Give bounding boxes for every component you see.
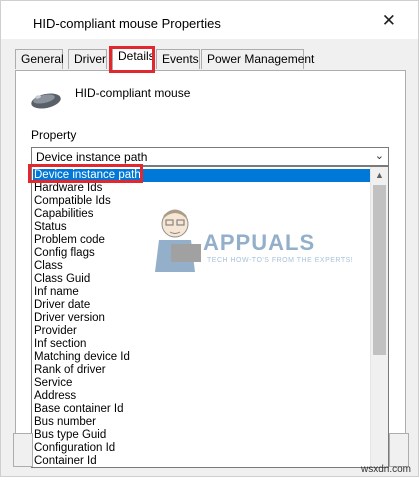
properties-window: HID-compliant mouse Properties ✕ General… xyxy=(0,0,419,477)
tab-general-label: General xyxy=(21,52,64,66)
list-item[interactable]: Driver version xyxy=(34,312,105,325)
property-selected-value: Device instance path xyxy=(36,150,148,164)
close-icon[interactable]: ✕ xyxy=(382,12,396,29)
list-item[interactable]: Class Guid xyxy=(34,273,90,286)
tab-details[interactable]: Details xyxy=(112,46,155,70)
device-name: HID-compliant mouse xyxy=(75,86,191,100)
list-item[interactable]: Inf section xyxy=(34,338,86,351)
list-item[interactable]: Driver date xyxy=(34,299,90,312)
list-item-device-instance-path[interactable]: Device instance path xyxy=(33,169,371,182)
tab-power-management-label: Power Management xyxy=(207,52,315,66)
dropdown-scrollbar[interactable]: ▲ xyxy=(370,167,388,467)
site-watermark: wsxdn.com xyxy=(360,464,411,475)
list-item[interactable]: Configuration Id xyxy=(34,442,115,455)
list-item[interactable]: Compatible Ids xyxy=(34,195,111,208)
list-item[interactable]: Address xyxy=(34,390,76,403)
panel-bottom-edge-right xyxy=(389,433,409,467)
list-item[interactable]: Service xyxy=(34,377,72,390)
tab-power-management[interactable]: Power Management xyxy=(201,49,314,69)
title-bar: HID-compliant mouse Properties ✕ xyxy=(1,1,418,39)
list-item[interactable]: Inf name xyxy=(34,286,79,299)
list-item[interactable]: Provider xyxy=(34,325,77,338)
list-item[interactable]: Rank of driver xyxy=(34,364,106,377)
scroll-up-arrow-icon[interactable]: ▲ xyxy=(371,167,388,184)
chevron-down-icon[interactable]: ⌄ xyxy=(375,149,384,162)
scrollbar-thumb[interactable] xyxy=(373,185,386,355)
list-item[interactable]: Class xyxy=(34,260,63,273)
tab-driver[interactable]: Driver xyxy=(68,49,107,69)
tab-events-label: Events xyxy=(162,52,199,66)
mouse-icon xyxy=(31,93,61,109)
tab-details-label: Details xyxy=(118,49,155,63)
tab-events[interactable]: Events xyxy=(156,49,200,69)
tab-general[interactable]: General xyxy=(15,49,64,69)
list-item[interactable]: Problem code xyxy=(34,234,105,247)
property-select[interactable]: Device instance path ⌄ xyxy=(31,147,389,166)
list-item[interactable]: Status xyxy=(34,221,67,234)
list-item[interactable]: Bus type Guid xyxy=(34,429,106,442)
list-item[interactable]: Hardware Ids xyxy=(34,182,102,195)
list-item[interactable]: Matching device Id xyxy=(34,351,130,364)
list-item[interactable]: Config flags xyxy=(34,247,95,260)
list-item[interactable]: Container Id xyxy=(34,455,97,467)
list-item[interactable]: Bus number xyxy=(34,416,96,429)
list-item[interactable]: Base container Id xyxy=(34,403,124,416)
window-title: HID-compliant mouse Properties xyxy=(33,16,221,31)
list-item[interactable]: Capabilities xyxy=(34,208,93,221)
property-label: Property xyxy=(31,128,77,142)
property-dropdown-list: Device instance path Hardware Ids Compat… xyxy=(31,166,389,468)
panel-bottom-edge-left xyxy=(13,433,33,467)
tab-driver-label: Driver xyxy=(74,52,106,66)
